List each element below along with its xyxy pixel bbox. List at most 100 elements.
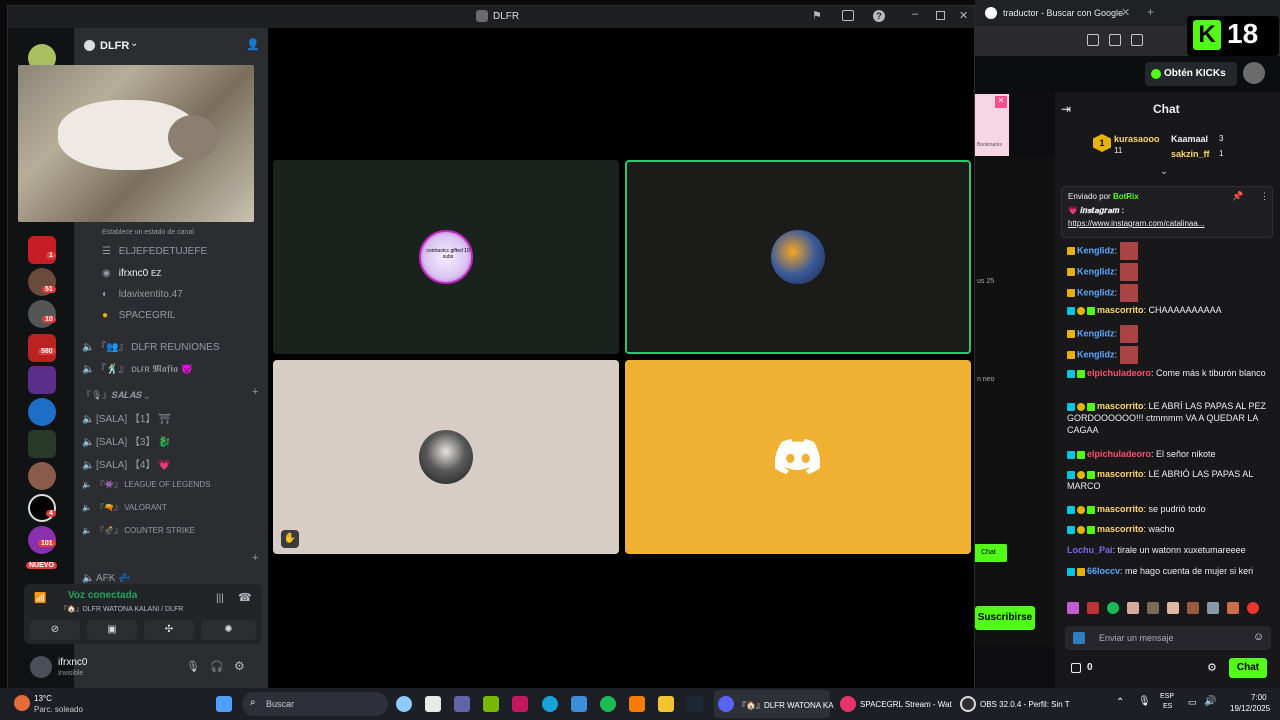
chat-username[interactable]: Kenglidz [1077,349,1115,359]
voice-member[interactable]: ● SPACEGRIL [102,310,175,321]
help-icon[interactable]: ? [873,10,885,22]
disconnect-icon[interactable]: ☎ [238,591,252,604]
emote-icon[interactable] [1107,602,1119,614]
pin-icon[interactable]: 📌 [1232,191,1243,202]
network-icon[interactable]: ▭ [1188,697,1197,708]
nvidia-icon[interactable] [483,696,499,712]
copilot-icon[interactable] [396,696,412,712]
server-icon[interactable] [28,236,56,264]
headphones-icon[interactable]: 🎧 [210,660,224,673]
emote-icon[interactable] [1247,602,1259,614]
category-salas[interactable]: 『🎙』𝑺𝑨𝑳𝑨𝑺 ⌄ [82,388,149,401]
close-tab-icon[interactable]: ✕ [1121,6,1130,19]
app-icon[interactable] [629,696,645,712]
voice-channel[interactable]: 🔈 『💣』 COUNTER STRIKE [82,525,195,536]
participant-tile[interactable] [625,360,971,554]
points-icon[interactable] [1071,663,1081,673]
taskbar-app-discord[interactable]: 『🏠』DLFR WATONA KA [714,690,834,718]
clock-time[interactable]: 7:00 [1251,693,1267,702]
voice-member[interactable]: ◉ ifrxnc0 EZ [102,268,161,279]
settings-icon[interactable]: ⚙ [1207,661,1217,674]
popout-video[interactable] [18,65,254,222]
voice-channel[interactable]: 🔈 『👥』 DLFR REUNIONES [82,338,220,353]
camera-off-button[interactable]: ⊘ [30,620,80,640]
sidebar-icon[interactable] [1131,34,1143,46]
chat-toggle-button[interactable]: Chat [970,544,1007,562]
profile-avatar[interactable] [1243,62,1265,84]
participant-tile[interactable]: contrastcc gifted 10 subs [273,160,619,354]
server-icon[interactable] [28,398,56,426]
chat-username[interactable]: mascorrito [1097,504,1144,514]
pinned-link[interactable]: https://www.instagram.com/catalinaa... [1068,219,1205,228]
add-channel-icon[interactable]: + [252,552,258,564]
voice-channel-name[interactable]: 『🏠』DLFR WATONA KALANI / DLFR [60,604,183,614]
chat-username[interactable]: 66loccv [1087,566,1120,576]
collapse-chat-icon[interactable]: ⇥ [1061,102,1071,116]
chat-username[interactable]: Kenglidz [1077,328,1115,338]
subscribe-button[interactable]: Suscribirse [975,606,1035,630]
language-label[interactable]: ESP [1160,693,1174,700]
chat-username[interactable]: Kenglidz [1077,287,1115,297]
voice-channel[interactable]: 🔈 『👾』 LEAGUE OF LEGENDS [82,479,210,490]
emote-icon[interactable] [1087,602,1099,614]
voice-channel[interactable]: 🔈 AFK 💤 [82,573,131,584]
extensions-icon[interactable] [1087,34,1099,46]
send-chat-button[interactable]: Chat [1229,658,1267,678]
chat-username[interactable]: Kenglidz [1077,245,1115,255]
edge-icon[interactable] [542,696,558,712]
windows-start-icon[interactable] [216,696,232,712]
username[interactable]: ifrxnc0 [58,657,87,668]
expand-icon[interactable]: ⌄ [1160,166,1168,177]
chat-username[interactable]: mascorrito [1097,469,1144,479]
more-icon[interactable]: ⋮ [1260,191,1269,202]
chat-input[interactable]: Enviar un mensaje ☺ [1065,626,1271,650]
volume-icon[interactable]: 🔊 [1204,696,1216,707]
chat-username[interactable]: mascorrito [1097,305,1144,315]
close-window-icon[interactable]: ✕ [959,9,968,22]
server-icon[interactable] [28,300,56,328]
chat-username[interactable]: mascorrito [1097,401,1144,411]
participant-tile[interactable]: ✋ [273,360,619,554]
taskbar-app-obs[interactable]: OBS 32.0.4 - Perfil: Sin T [956,690,1072,718]
taskbar-search[interactable]: ⌕ Buscar [242,692,388,716]
app-icon[interactable] [512,696,528,712]
emote-icon[interactable] [1207,602,1219,614]
file-explorer-icon[interactable] [658,696,674,712]
avatar[interactable] [30,656,52,678]
hand-icon[interactable]: ✋ [281,530,299,548]
voice-channel[interactable]: 🔈 [SALA] 【3】 🐉 [82,433,171,448]
server-name[interactable]: DLFR [100,40,129,52]
channel-status-placeholder[interactable]: Establece un estado de canal [102,229,194,236]
server-icon[interactable] [28,494,56,522]
chat-username[interactable]: Lochu_Pai [1067,545,1113,555]
server-icon[interactable] [28,430,56,458]
chat-username[interactable]: Kenglidz [1077,266,1115,276]
spotify-icon[interactable] [600,696,616,712]
noise-icon[interactable]: ||| [216,593,224,604]
microphone-icon[interactable]: 🎙 [186,660,200,673]
server-icon[interactable] [28,462,56,490]
browser-tab-title[interactable]: traductor - Buscar con Google [1003,8,1123,18]
settings-icon[interactable]: ⚙ [234,659,245,673]
microphone-tray-icon[interactable]: 🎙 [1138,696,1151,707]
chat-username[interactable]: elpichuladeoro [1087,449,1151,459]
emote-icon[interactable] [1147,602,1159,614]
emote-icon[interactable] [1067,602,1079,614]
new-tab-icon[interactable]: + [1147,5,1154,19]
weather-temp[interactable]: 13°C [34,694,52,703]
minimize-icon[interactable]: – [912,8,918,20]
taskbar-app-browser[interactable]: SPACEGRL Stream - Wat [836,690,952,718]
emote-icon[interactable] [1187,602,1199,614]
teams-icon[interactable] [454,696,470,712]
store-icon[interactable] [425,696,441,712]
server-icon[interactable] [28,366,56,394]
chat-username[interactable]: elpichuladeoro [1087,368,1151,378]
soundboard-button[interactable]: ✺ [201,620,256,640]
close-icon[interactable]: ✕ [995,96,1007,108]
voice-member[interactable]: ☰ ELJEFEDETUJEFE [102,246,207,257]
participant-tile-speaking[interactable] [625,160,971,354]
voice-channel[interactable]: 🔈 『🕺』 ᴅʟғʀ 𝕸𝖆𝖋𝖎𝖆 👿 [82,360,193,375]
maximize-icon[interactable] [936,11,945,20]
voice-member[interactable]: ◐ ldavixentito.47 [102,289,183,300]
get-kicks-button[interactable]: Obtén KICKs [1145,62,1237,86]
